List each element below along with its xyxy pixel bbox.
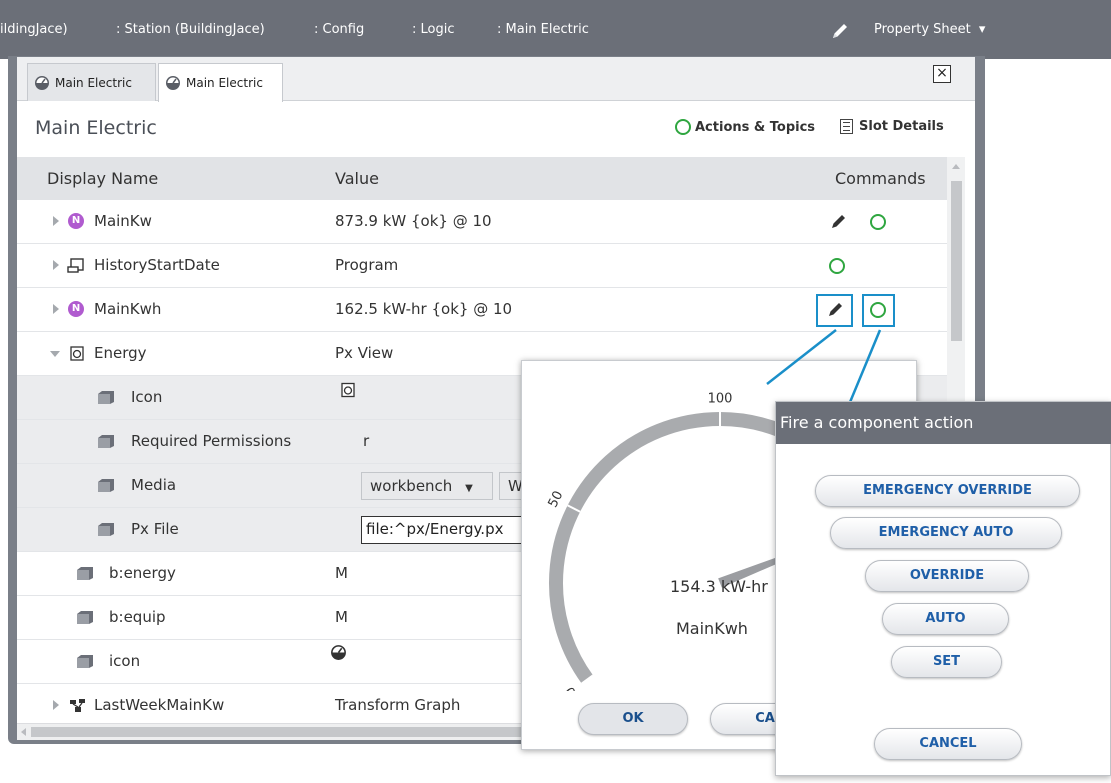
view-selector[interactable]: Property Sheet ▾ — [874, 22, 985, 37]
gauge-icon — [166, 76, 180, 90]
edit-pencil-icon[interactable] — [824, 299, 846, 321]
table-row[interactable]: N MainKwh 162.5 kW-hr {ok} @ 10 — [17, 288, 947, 332]
tab-main-electric-2[interactable]: Main Electric — [158, 63, 283, 102]
row-value: 873.9 kW {ok} @ 10 — [335, 212, 492, 230]
expand-arrow-icon[interactable] — [53, 260, 59, 270]
row-name: HistoryStartDate — [94, 256, 220, 274]
collapse-arrow-icon[interactable] — [50, 351, 60, 357]
slot-details-button[interactable]: Slot Details — [840, 119, 944, 134]
row-name: MainKwh — [94, 300, 162, 318]
horizontal-scroll-thumb[interactable] — [31, 727, 521, 737]
gauge-tick-label: 0 — [563, 683, 580, 691]
chevron-down-icon: ▾ — [978, 22, 986, 37]
property-icon — [98, 391, 114, 404]
close-icon[interactable]: × — [933, 65, 951, 83]
tab-strip: Main Electric Main Electric × — [17, 57, 975, 102]
row-value: M — [335, 564, 348, 582]
scroll-up-icon[interactable] — [951, 163, 961, 170]
row-value: r — [363, 432, 370, 450]
row-value: Program — [335, 256, 399, 274]
action-ring-icon — [675, 119, 691, 135]
column-header-display-name[interactable]: Display Name — [47, 169, 158, 188]
row-name: Energy — [94, 344, 147, 362]
px-view-icon — [70, 346, 84, 361]
row-name: MainKw — [94, 212, 152, 230]
set-button[interactable]: SET — [891, 646, 1002, 678]
action-dialog-title: Fire a component action — [776, 402, 1111, 444]
row-value: M — [335, 608, 348, 626]
page-title: Main Electric — [35, 117, 157, 139]
numeric-point-icon: N — [68, 301, 84, 317]
document-icon — [840, 119, 853, 134]
emergency-override-button[interactable]: EMERGENCY OVERRIDE — [815, 475, 1080, 507]
expand-arrow-icon[interactable] — [53, 700, 59, 710]
table-row[interactable]: N MainKw 873.9 kW {ok} @ 10 — [17, 200, 947, 244]
screen: ildingJace) : Station (BuildingJace) : C… — [0, 0, 1111, 783]
media-select[interactable]: workbench ▼ — [361, 472, 493, 500]
row-value: Transform Graph — [335, 696, 461, 714]
emergency-auto-button[interactable]: EMERGENCY AUTO — [830, 517, 1062, 549]
edit-pencil-icon[interactable] — [827, 211, 849, 233]
program-icon — [67, 258, 84, 273]
table-row[interactable]: HistoryStartDate Program — [17, 244, 947, 288]
action-dialog: Fire a component action EMERGENCY OVERRI… — [775, 401, 1111, 776]
tab-label: Main Electric — [186, 76, 263, 90]
chevron-down-icon: ▼ — [465, 483, 473, 494]
actions-topics-button[interactable]: Actions & Topics — [675, 119, 815, 135]
row-name: Required Permissions — [131, 432, 292, 450]
breadcrumb-station[interactable]: : Station (BuildingJace) — [116, 22, 265, 37]
row-name: b:equip — [109, 608, 166, 626]
gauge-point-name: MainKwh — [676, 619, 748, 638]
slot-details-label: Slot Details — [859, 119, 944, 134]
invoke-action-icon[interactable] — [870, 302, 886, 318]
gauge-reading: 154.3 kW-hr — [670, 577, 768, 596]
property-icon — [98, 479, 114, 492]
column-header-value[interactable]: Value — [335, 169, 379, 188]
property-icon — [77, 611, 93, 624]
row-name: Px File — [131, 520, 179, 538]
breadcrumb-logic[interactable]: : Logic — [412, 22, 455, 37]
breadcrumb-building[interactable]: ildingJace) — [0, 22, 68, 37]
edit-pencil-icon[interactable] — [829, 20, 851, 42]
row-value: Px View — [335, 344, 394, 362]
expand-arrow-icon[interactable] — [53, 216, 59, 226]
gauge-icon — [35, 75, 49, 90]
actions-topics-label: Actions & Topics — [695, 119, 816, 135]
cancel-button[interactable]: CANCEL — [874, 728, 1022, 760]
tab-label: Main Electric — [55, 75, 132, 90]
property-icon — [77, 567, 93, 580]
property-icon — [77, 655, 93, 668]
row-name: Icon — [131, 388, 163, 406]
media-select-value: workbench — [370, 477, 453, 495]
px-view-icon — [341, 382, 355, 398]
view-selector-label: Property Sheet — [874, 22, 971, 37]
numeric-point-icon: N — [68, 213, 84, 229]
gauge-tick-label: 100 — [708, 392, 733, 407]
override-button[interactable]: OVERRIDE — [865, 560, 1029, 592]
property-icon — [98, 523, 114, 536]
breadcrumb-config[interactable]: : Config — [314, 22, 364, 37]
ok-button[interactable]: OK — [578, 703, 688, 735]
scroll-left-icon[interactable] — [20, 727, 27, 737]
vertical-scroll-thumb[interactable] — [951, 181, 962, 341]
auto-button[interactable]: AUTO — [882, 603, 1009, 635]
breadcrumb-main-electric[interactable]: : Main Electric — [497, 22, 589, 37]
transform-graph-icon — [70, 699, 85, 712]
gauge-tick-label: 50 — [546, 489, 567, 511]
tab-main-electric-1[interactable]: Main Electric — [27, 63, 156, 101]
property-icon — [98, 435, 114, 448]
expand-arrow-icon[interactable] — [53, 304, 59, 314]
row-name: LastWeekMainKw — [94, 696, 225, 714]
invoke-action-icon[interactable] — [829, 258, 845, 274]
px-file-input[interactable]: file:^px/Energy.px — [361, 516, 541, 544]
table-header: Display Name Value Commands — [17, 157, 947, 200]
gauge-icon — [331, 645, 346, 660]
column-header-commands[interactable]: Commands — [835, 169, 926, 188]
row-name: b:energy — [109, 564, 176, 582]
row-value: 162.5 kW-hr {ok} @ 10 — [335, 300, 513, 318]
nav-bar: ildingJace) : Station (BuildingJace) : C… — [0, 0, 1111, 59]
row-name: Media — [131, 476, 177, 494]
row-name: icon — [109, 652, 141, 670]
invoke-action-icon[interactable] — [870, 214, 886, 230]
